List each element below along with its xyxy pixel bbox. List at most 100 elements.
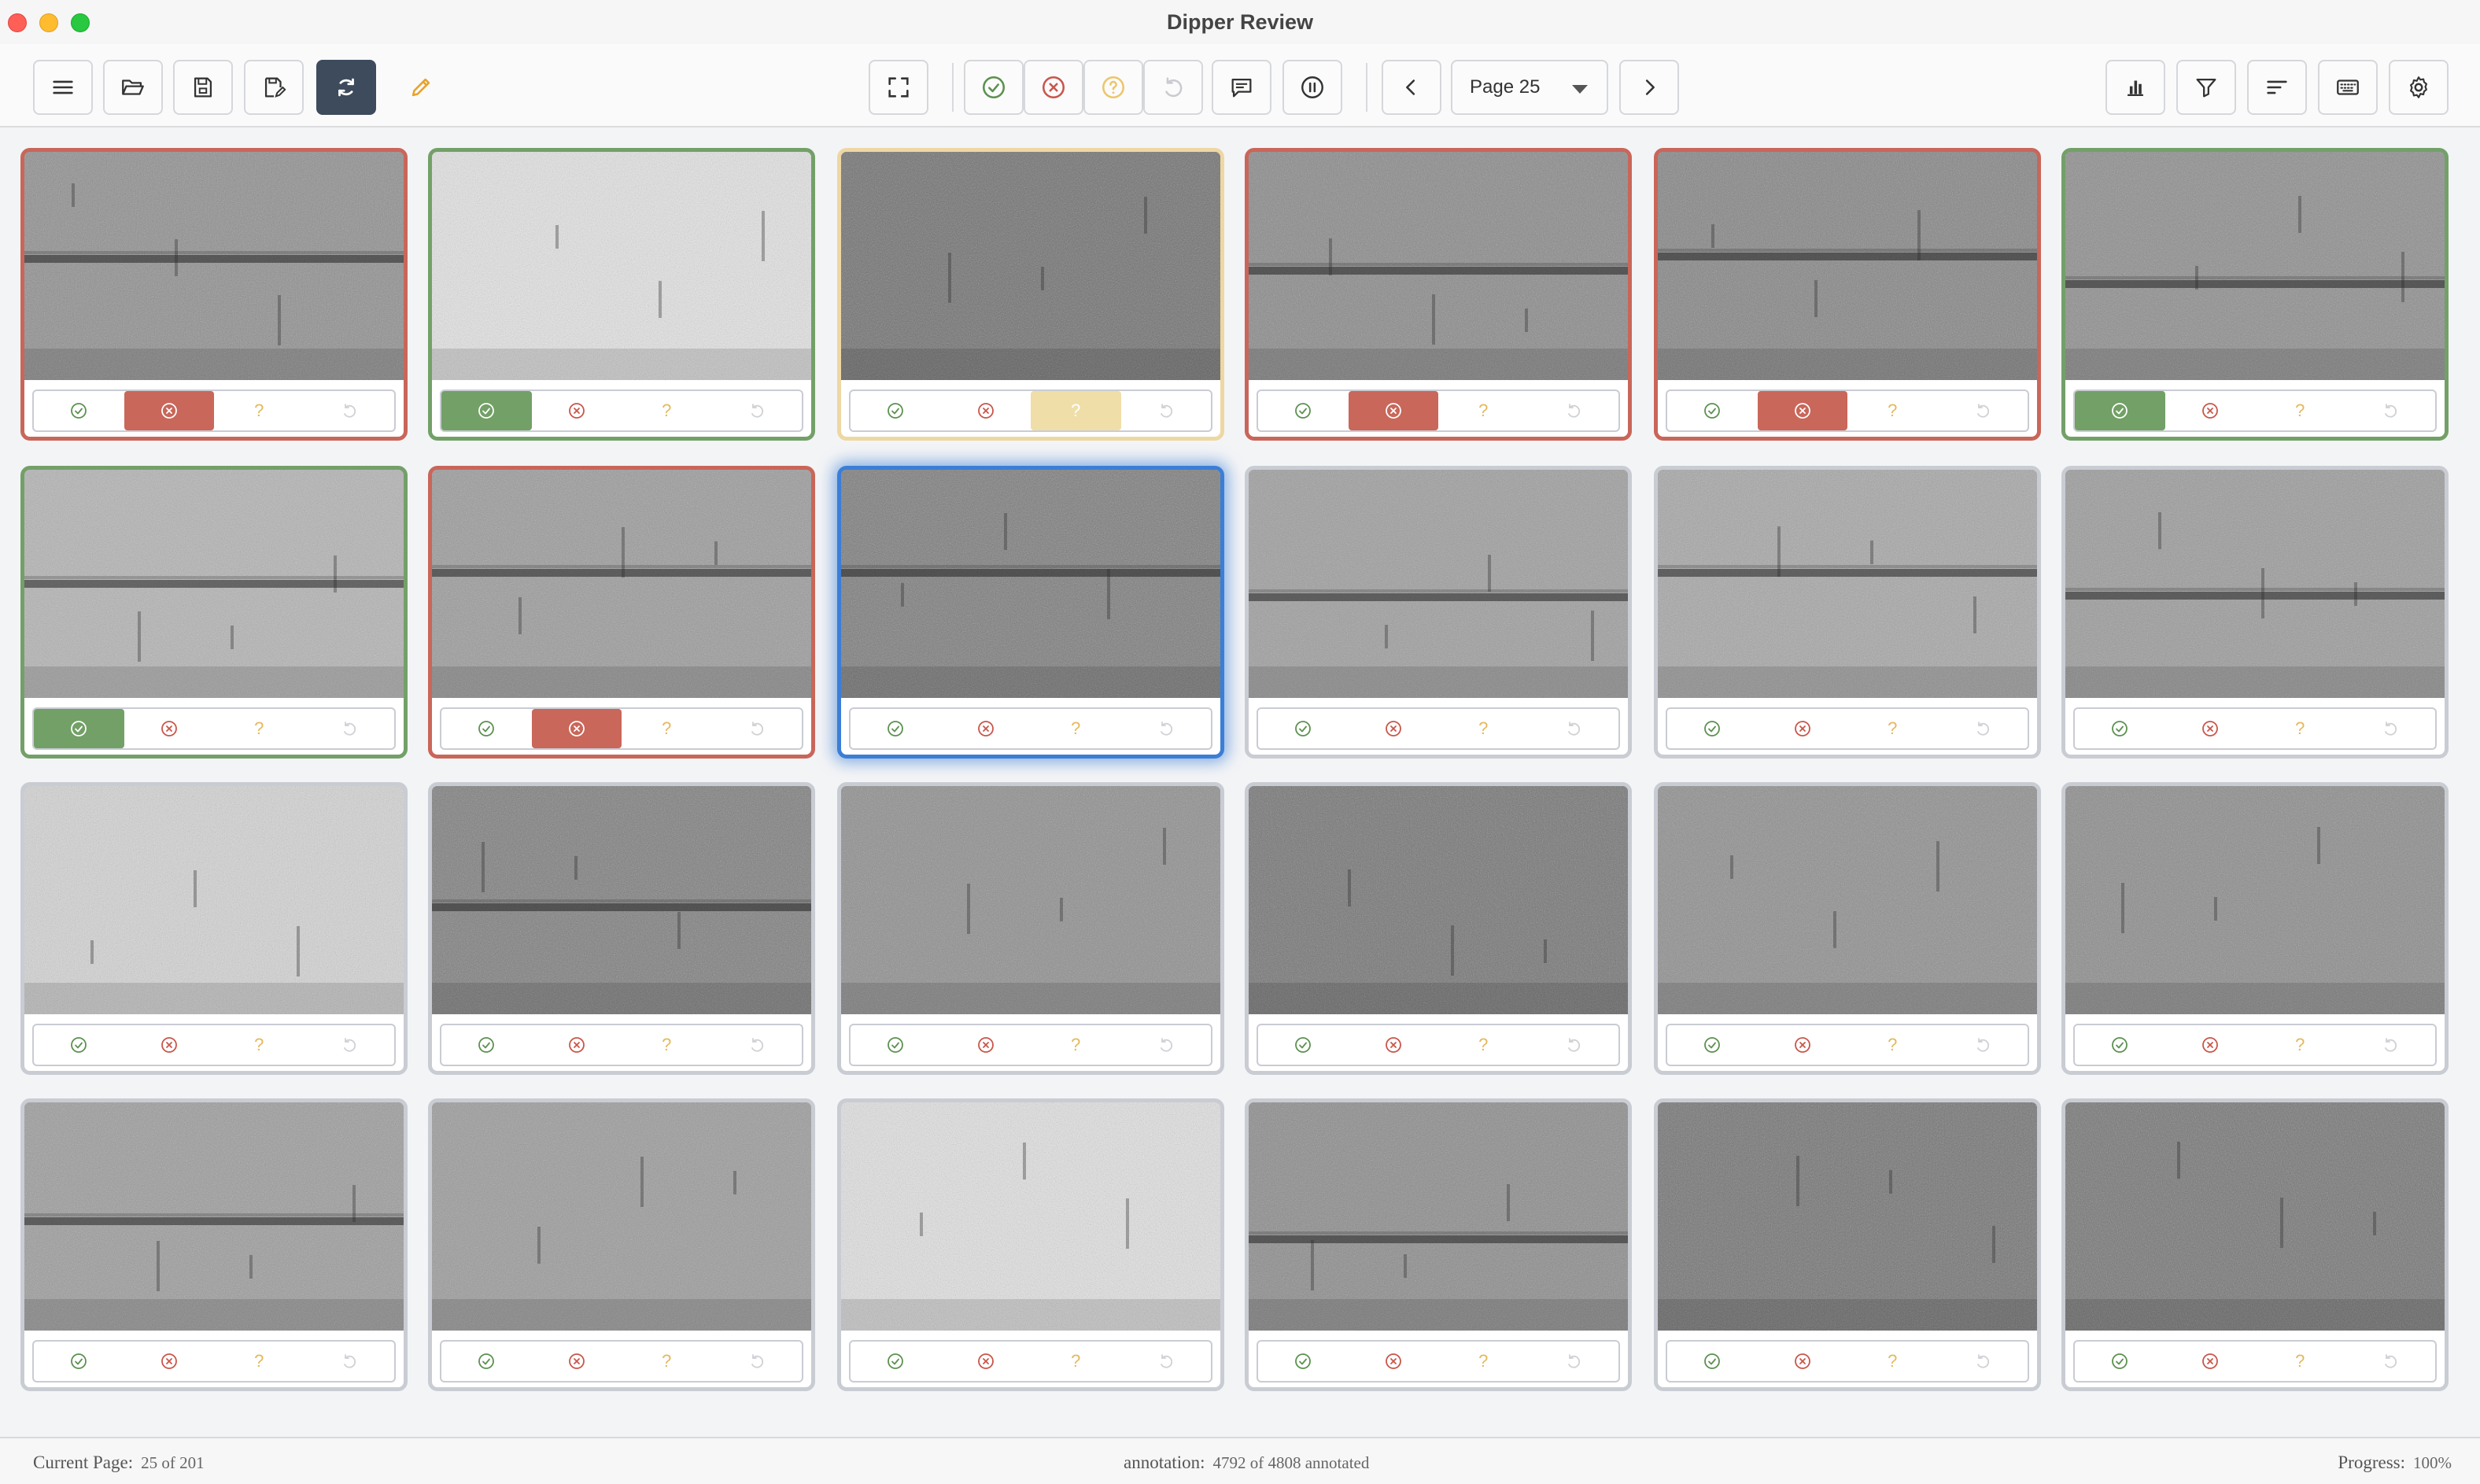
no-button[interactable] — [124, 1342, 215, 1381]
no-button[interactable] — [941, 709, 1031, 748]
maybe-button[interactable]: ? — [1438, 709, 1529, 748]
yes-button[interactable] — [851, 1342, 941, 1381]
spectrogram-image[interactable] — [24, 470, 404, 698]
reset-vote-button[interactable] — [2345, 1342, 2436, 1381]
yes-button[interactable] — [1258, 1025, 1349, 1065]
menu-button[interactable] — [33, 60, 93, 115]
clip-card[interactable]: ? — [428, 782, 815, 1075]
clip-card[interactable]: ? — [1245, 148, 1632, 441]
reset-vote-button[interactable] — [1121, 391, 1212, 430]
open-folder-button[interactable] — [103, 60, 163, 115]
no-button[interactable] — [532, 391, 622, 430]
yes-button[interactable] — [34, 709, 124, 748]
reset-button[interactable] — [1143, 60, 1203, 115]
spectrogram-image[interactable] — [432, 470, 811, 698]
clip-card[interactable]: ? — [428, 148, 815, 441]
reset-vote-button[interactable] — [1529, 709, 1619, 748]
spectrogram-image[interactable] — [1658, 152, 2037, 380]
no-button[interactable] — [1758, 709, 1848, 748]
maybe-button[interactable]: ? — [1847, 1025, 1938, 1065]
reset-vote-button[interactable] — [1529, 391, 1619, 430]
clip-card[interactable]: ? — [20, 782, 408, 1075]
maybe-button[interactable]: ? — [622, 709, 712, 748]
reset-vote-button[interactable] — [712, 1342, 803, 1381]
yes-button[interactable] — [1667, 1025, 1758, 1065]
spectrogram-image[interactable] — [841, 152, 1220, 380]
zoom-window-button[interactable] — [71, 13, 90, 32]
clip-card[interactable]: ? — [20, 148, 408, 441]
reset-vote-button[interactable] — [1121, 709, 1212, 748]
keyboard-shortcuts-button[interactable] — [2318, 60, 2378, 115]
no-button[interactable] — [2165, 391, 2256, 430]
reset-vote-button[interactable] — [1529, 1342, 1619, 1381]
clip-card[interactable]: ? — [2061, 1098, 2449, 1391]
spectrogram-image[interactable] — [841, 470, 1220, 698]
maybe-button[interactable]: ? — [1438, 391, 1529, 430]
yes-button[interactable] — [2075, 1025, 2165, 1065]
yes-button[interactable] — [441, 1342, 532, 1381]
spectrogram-image[interactable] — [2065, 470, 2445, 698]
spectrogram-image[interactable] — [24, 152, 404, 380]
reset-vote-button[interactable] — [1938, 1342, 2028, 1381]
reset-vote-button[interactable] — [712, 391, 803, 430]
reset-vote-button[interactable] — [1938, 1025, 2028, 1065]
no-button[interactable] — [1758, 1025, 1848, 1065]
maybe-button[interactable]: ? — [622, 1342, 712, 1381]
no-button[interactable] — [941, 1025, 1031, 1065]
clip-card[interactable]: ? — [1245, 466, 1632, 759]
maybe-button[interactable]: ? — [2255, 709, 2345, 748]
clip-card[interactable]: ? — [1245, 782, 1632, 1075]
spectrogram-image[interactable] — [1658, 470, 2037, 698]
yes-button[interactable] — [1667, 709, 1758, 748]
clip-card[interactable]: ? — [20, 1098, 408, 1391]
yes-button[interactable] — [1258, 709, 1349, 748]
no-button[interactable] — [1349, 709, 1439, 748]
reset-vote-button[interactable] — [304, 709, 395, 748]
spectrogram-image[interactable] — [2065, 152, 2445, 380]
yes-button[interactable] — [441, 1025, 532, 1065]
clip-card[interactable]: ? — [1654, 148, 2041, 441]
reset-vote-button[interactable] — [2345, 391, 2436, 430]
reset-vote-button[interactable] — [1121, 1025, 1212, 1065]
no-button[interactable] — [2165, 709, 2256, 748]
maybe-button[interactable]: ? — [214, 1025, 304, 1065]
no-button[interactable] — [531, 709, 622, 748]
reset-vote-button[interactable] — [2345, 709, 2436, 748]
no-button[interactable] — [2165, 1342, 2256, 1381]
yes-button[interactable] — [34, 391, 124, 430]
clip-card[interactable]: ? — [837, 148, 1224, 441]
maybe-button[interactable]: ? — [2255, 1025, 2345, 1065]
yes-button[interactable] — [1258, 391, 1349, 430]
clip-card[interactable]: ? — [1654, 1098, 2041, 1391]
spectrogram-image[interactable] — [1249, 152, 1628, 380]
maybe-button[interactable]: ? — [622, 391, 712, 430]
clip-card[interactable]: ? — [837, 782, 1224, 1075]
spectrogram-image[interactable] — [1249, 786, 1628, 1014]
close-window-button[interactable] — [8, 13, 27, 32]
spectrogram-image[interactable] — [24, 786, 404, 1014]
maybe-button[interactable]: ? — [1438, 1025, 1529, 1065]
spectrogram-image[interactable] — [432, 152, 811, 380]
yes-button[interactable] — [2075, 1342, 2165, 1381]
no-button[interactable] — [1348, 391, 1438, 430]
reset-vote-button[interactable] — [1938, 709, 2028, 748]
maybe-button[interactable]: ? — [622, 1025, 712, 1065]
spectrogram-image[interactable] — [24, 1102, 404, 1331]
page-select[interactable]: Page 25 — [1451, 60, 1608, 115]
reset-vote-button[interactable] — [1529, 1025, 1619, 1065]
yes-button[interactable] — [2075, 709, 2165, 748]
no-button[interactable] — [124, 709, 215, 748]
yes-button[interactable] — [851, 709, 941, 748]
filter-button[interactable] — [2176, 60, 2236, 115]
maybe-button[interactable]: ? — [214, 709, 304, 748]
spectrogram-image[interactable] — [2065, 1102, 2445, 1331]
mark-all-yes-button[interactable] — [964, 60, 1024, 115]
clip-card[interactable]: ? — [1654, 782, 2041, 1075]
clip-card[interactable]: ? — [837, 466, 1224, 759]
reset-vote-button[interactable] — [712, 1025, 803, 1065]
no-button[interactable] — [532, 1025, 622, 1065]
spectrogram-image[interactable] — [2065, 786, 2445, 1014]
save-as-button[interactable] — [244, 60, 304, 115]
maybe-button[interactable]: ? — [1438, 1342, 1529, 1381]
spectrogram-image[interactable] — [1658, 786, 2037, 1014]
